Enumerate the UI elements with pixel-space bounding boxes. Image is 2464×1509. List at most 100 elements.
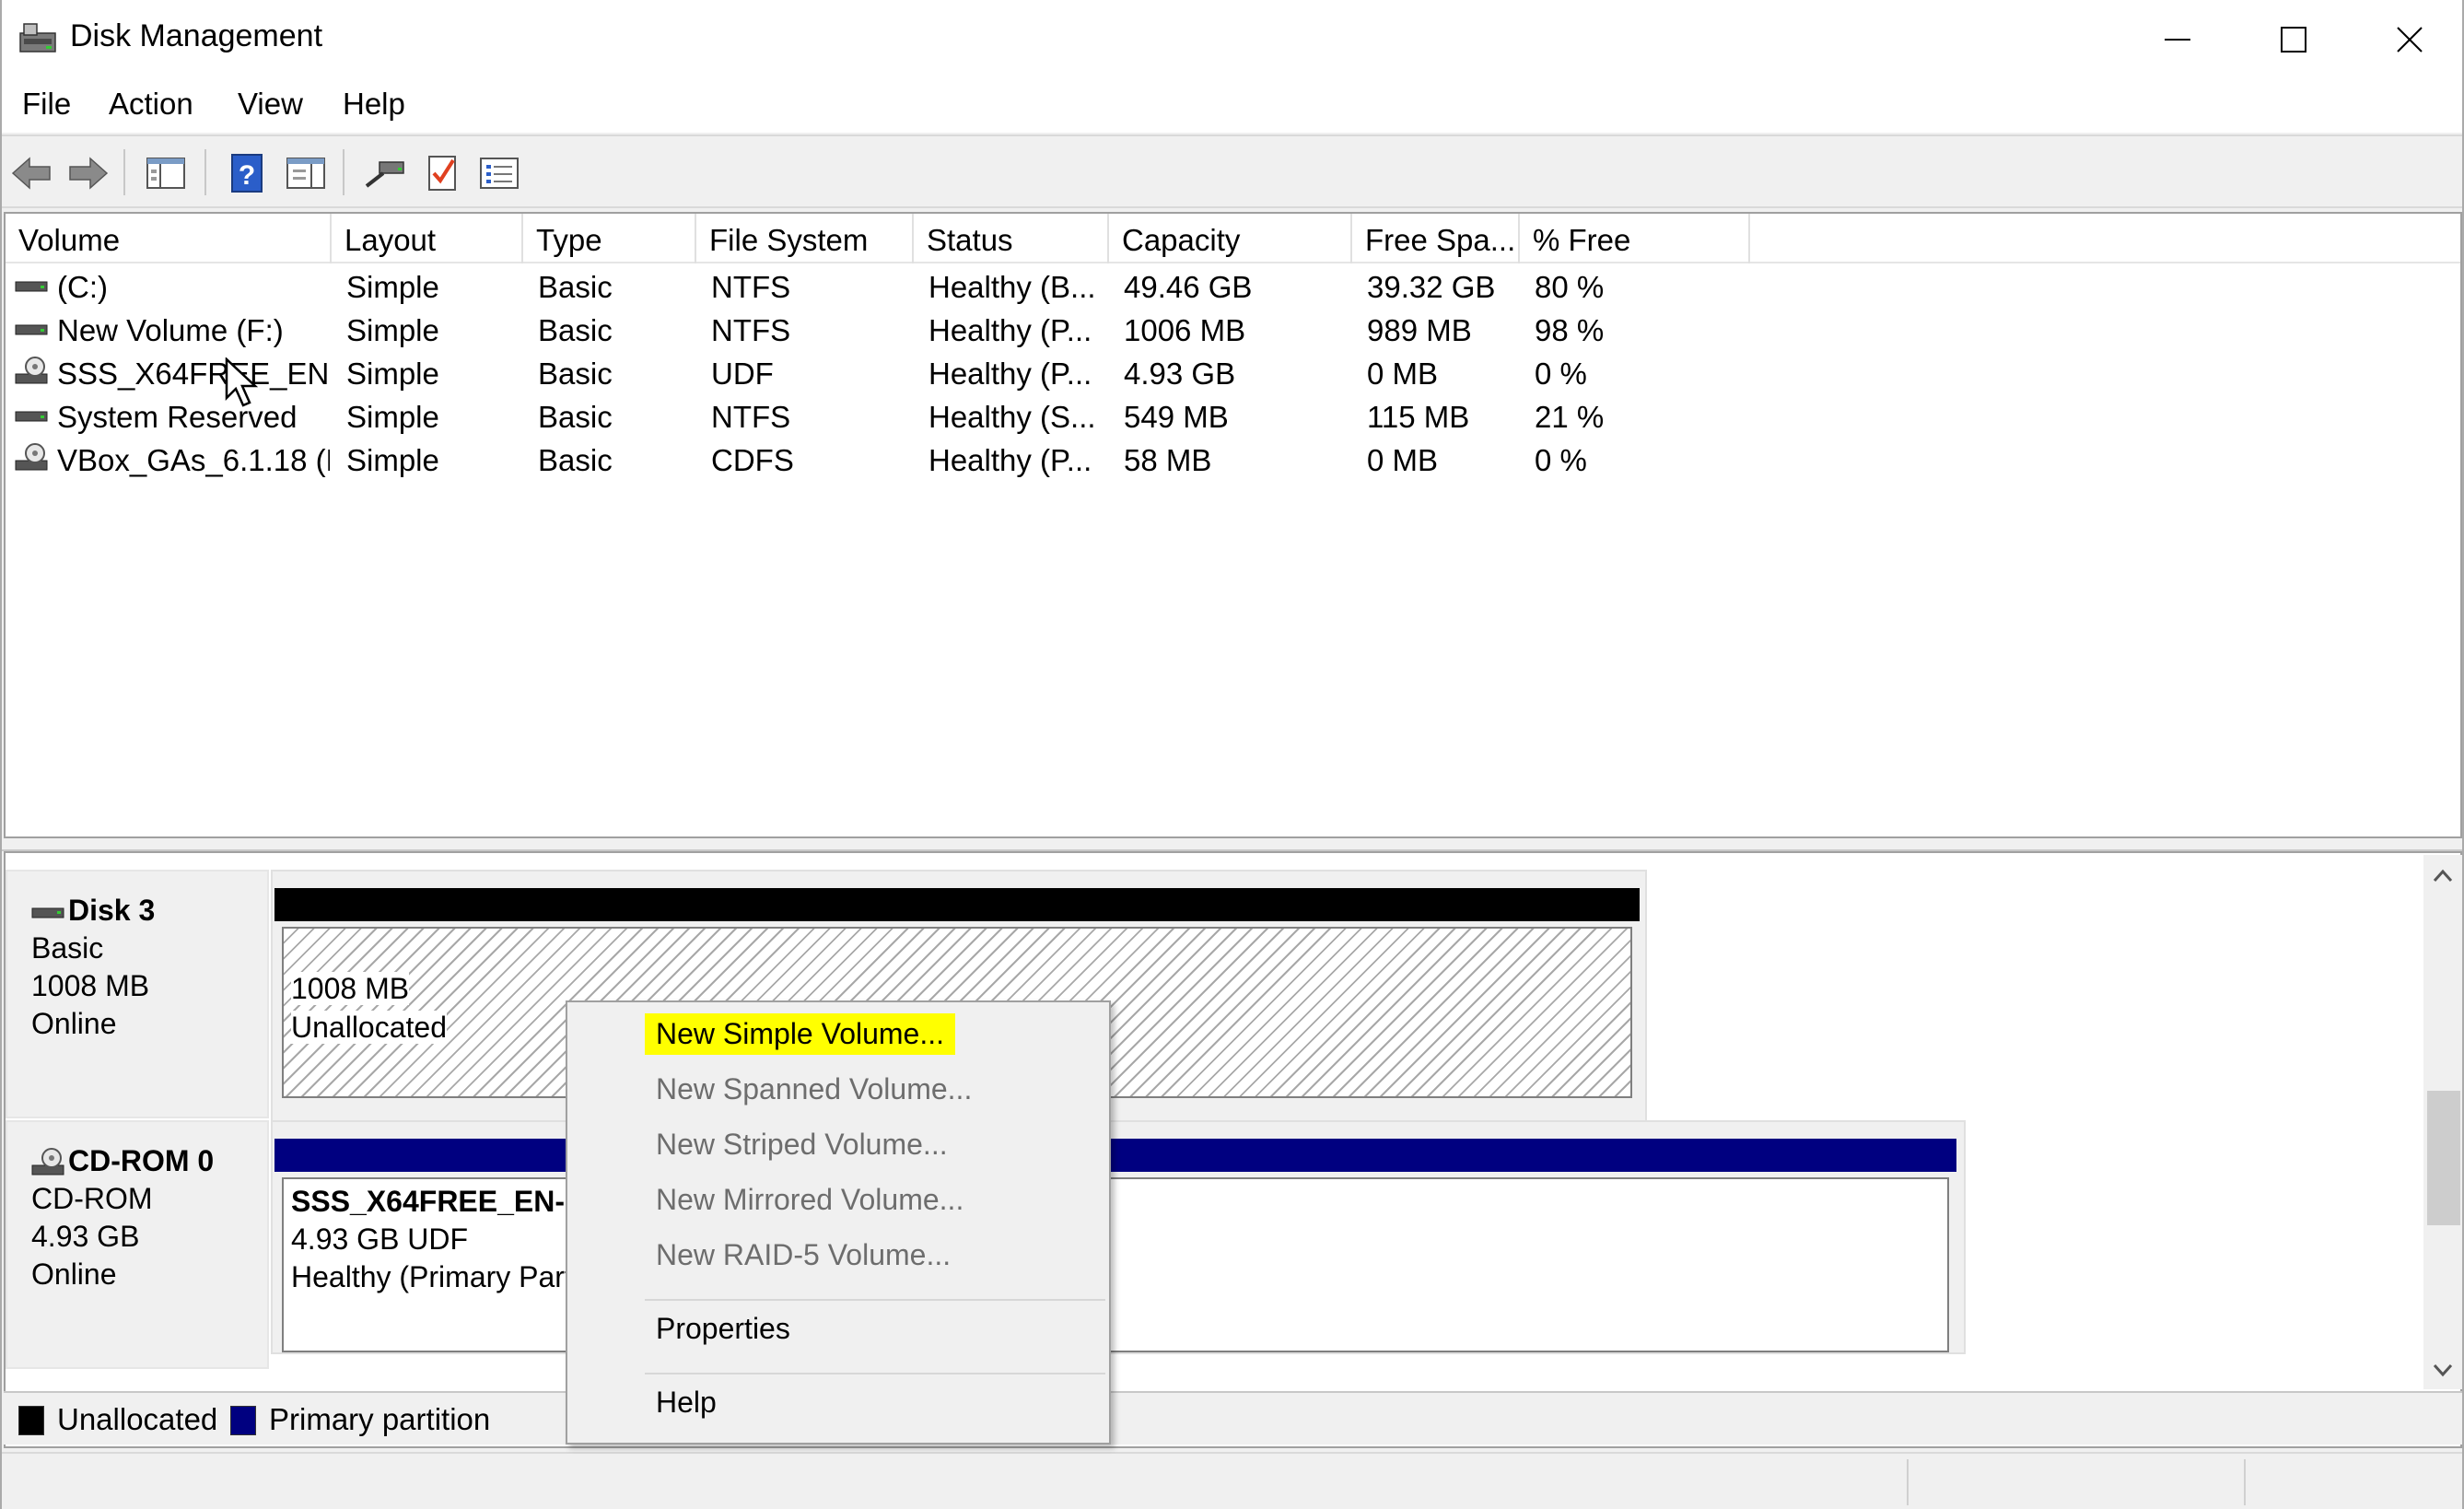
volume-layout: Simple — [346, 400, 439, 434]
checklist-icon — [428, 156, 456, 191]
volume-status: Healthy (P... — [928, 443, 1092, 477]
minimize-button[interactable] — [2120, 0, 2236, 79]
disk-name: Disk 3 — [68, 894, 156, 927]
column-header-free-space[interactable]: Free Spa... — [1352, 214, 1520, 263]
column-header-type[interactable]: Type — [523, 214, 696, 263]
column-header-percent-free[interactable]: % Free — [1520, 214, 1750, 263]
legend-unallocated: Unallocated — [57, 1402, 218, 1436]
menu-file[interactable]: File — [17, 87, 76, 122]
volume-capacity: 49.46 GB — [1124, 270, 1253, 304]
help-icon: ? — [231, 154, 263, 193]
legend: Unallocated Primary partition — [4, 1391, 2462, 1445]
connect-button[interactable] — [359, 147, 411, 199]
volume-free-space: 0 MB — [1367, 443, 1439, 477]
menu-action[interactable]: Action — [103, 87, 199, 122]
svg-text:?: ? — [239, 160, 255, 191]
volume-list[interactable]: Volume Layout Type File System Status Ca… — [4, 212, 2462, 838]
properties-button[interactable] — [473, 147, 525, 199]
unallocated-bar — [274, 888, 1640, 921]
volume-percent-free: 0 % — [1535, 357, 1587, 391]
maximize-button[interactable] — [2236, 0, 2352, 79]
volume-file-system: UDF — [711, 357, 774, 391]
back-button[interactable] — [6, 147, 57, 199]
status-separator — [2244, 1459, 2246, 1505]
volume-percent-free: 21 % — [1535, 400, 1605, 434]
menu-bar: File Action View Help — [2, 79, 2462, 133]
table-row[interactable]: VBox_GAs_6.1.18 (E:) Simple Basic CDFS H… — [6, 439, 2460, 482]
volume-free-space: 989 MB — [1367, 313, 1472, 347]
column-header-status[interactable]: Status — [914, 214, 1109, 263]
volume-name: SSS_X64FREE_EN-... — [57, 357, 330, 391]
disk-kind: Basic — [31, 931, 104, 965]
volume-status: Healthy (S... — [928, 400, 1096, 434]
cdrom-icon — [15, 357, 48, 384]
show-hide-console-tree-button[interactable] — [140, 147, 192, 199]
unallocated-swatch — [18, 1406, 44, 1435]
column-header-layout[interactable]: Layout — [332, 214, 523, 263]
volume-name: VBox_GAs_6.1.18 (E:) — [57, 443, 330, 477]
volume-file-system: CDFS — [711, 443, 794, 477]
console-tree-icon — [146, 158, 185, 189]
drive-icon — [15, 324, 48, 335]
disk-kind: CD-ROM — [31, 1182, 153, 1215]
menu-item-new-mirrored-volume[interactable]: New Mirrored Volume... — [645, 1179, 975, 1221]
volume-layout: Simple — [346, 357, 439, 391]
volume-status: Healthy (P... — [928, 313, 1092, 347]
maximize-icon — [2281, 27, 2306, 53]
table-row[interactable]: System Reserved Simple Basic NTFS Health… — [6, 395, 2460, 439]
disk-graphical-view[interactable]: Disk 3 Basic 1008 MB Online 1008 MB Unal… — [4, 851, 2462, 1448]
primary-partition-bar — [274, 1139, 1956, 1172]
disk-management-window: Disk Management File Action View Help ? — [0, 0, 2464, 1509]
volume-percent-free: 80 % — [1535, 270, 1605, 304]
menu-item-properties[interactable]: Properties — [645, 1308, 801, 1350]
volume-type: Basic — [538, 443, 613, 477]
menu-item-new-striped-volume[interactable]: New Striped Volume... — [645, 1124, 959, 1165]
volume-layout: Simple — [346, 313, 439, 347]
menu-separator — [645, 1299, 1105, 1301]
menu-separator — [645, 1373, 1105, 1374]
menu-item-new-simple-volume[interactable]: New Simple Volume... — [645, 1013, 956, 1055]
forward-button[interactable] — [63, 147, 114, 199]
menu-item-new-spanned-volume[interactable]: New Spanned Volume... — [645, 1069, 983, 1110]
volume-layout: Simple — [346, 443, 439, 477]
column-header-volume[interactable]: Volume — [6, 214, 332, 263]
help-button[interactable]: ? — [221, 147, 273, 199]
action-pane-button[interactable] — [280, 147, 332, 199]
toolbar-separator — [123, 149, 125, 195]
list-header: Volume Layout Type File System Status Ca… — [6, 214, 2460, 263]
menu-item-new-raid5-volume[interactable]: New RAID-5 Volume... — [645, 1234, 962, 1276]
disk-3-label[interactable]: Disk 3 Basic 1008 MB Online — [6, 870, 269, 1118]
vertical-scrollbar[interactable] — [2423, 855, 2462, 1389]
drive-icon — [15, 411, 48, 422]
drive-icon — [15, 281, 48, 292]
cdrom-0-label[interactable]: CD-ROM 0 CD-ROM 4.93 GB Online — [6, 1120, 269, 1369]
disk-management-icon — [19, 23, 56, 53]
menu-help[interactable]: Help — [337, 87, 411, 122]
primary-partition[interactable]: SSS_X64FREE_EN-US 4.93 GB UDF Healthy (P… — [282, 1177, 1949, 1352]
menu-item-help[interactable]: Help — [645, 1382, 728, 1423]
forward-arrow-icon — [69, 157, 109, 190]
table-row[interactable]: New Volume (F:) Simple Basic NTFS Health… — [6, 309, 2460, 352]
volume-free-space: 39.32 GB — [1367, 270, 1496, 304]
volume-file-system: NTFS — [711, 270, 791, 304]
volume-capacity: 1006 MB — [1124, 313, 1246, 347]
menu-view[interactable]: View — [232, 87, 309, 122]
volume-type: Basic — [538, 400, 613, 434]
volume-type: Basic — [538, 313, 613, 347]
column-header-file-system[interactable]: File System — [696, 214, 914, 263]
title-bar[interactable]: Disk Management — [2, 0, 2462, 79]
volume-type: Basic — [538, 270, 613, 304]
check-button[interactable] — [416, 147, 468, 199]
table-row[interactable]: SSS_X64FREE_EN-... Simple Basic UDF Heal… — [6, 352, 2460, 395]
table-row[interactable]: (C:) Simple Basic NTFS Healthy (B... 49.… — [6, 265, 2460, 309]
volume-file-system: NTFS — [711, 400, 791, 434]
scrollbar-thumb[interactable] — [2427, 1091, 2460, 1225]
minimize-icon — [2165, 39, 2190, 41]
column-header-capacity[interactable]: Capacity — [1109, 214, 1352, 263]
pane-splitter[interactable] — [2, 838, 2462, 851]
close-button[interactable] — [2352, 0, 2464, 79]
window-title: Disk Management — [70, 18, 323, 53]
toolbar-separator — [204, 149, 206, 195]
partition-size: 1008 MB — [291, 972, 410, 1005]
disk-state: Online — [31, 1258, 117, 1291]
